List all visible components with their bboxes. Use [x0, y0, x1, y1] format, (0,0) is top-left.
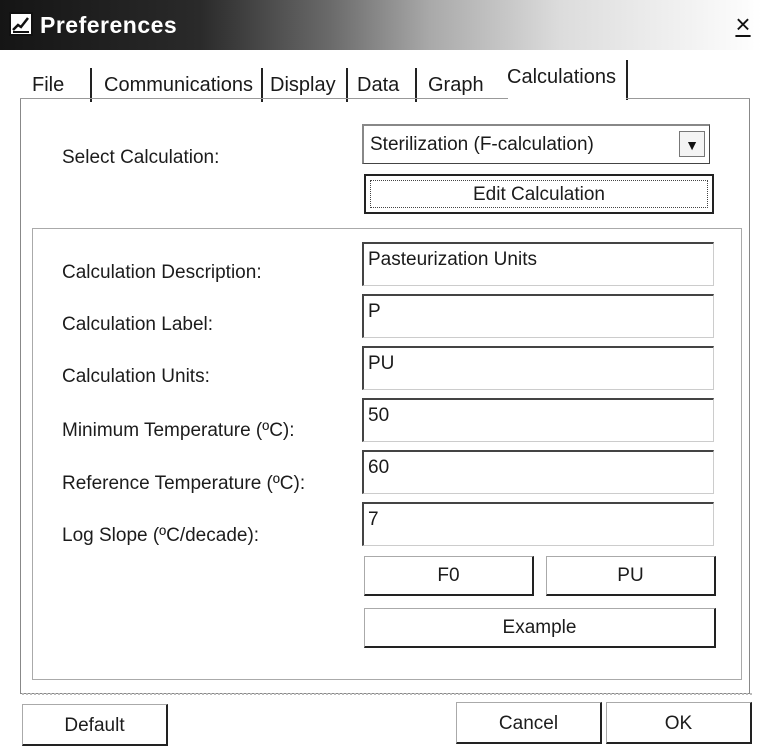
preferences-app-icon: [9, 12, 33, 36]
reference-temperature-field[interactable]: 60: [362, 450, 714, 494]
select-calculation-label: Select Calculation:: [62, 147, 220, 168]
example-button[interactable]: Example: [364, 608, 716, 648]
tab-separator: [626, 60, 628, 100]
tab-separator: [415, 68, 417, 102]
log-slope-value: 7: [368, 509, 379, 530]
calculation-select-value: Sterilization (F-calculation): [370, 134, 594, 155]
pu-button[interactable]: PU: [546, 556, 716, 596]
calculation-units-value: PU: [368, 353, 395, 374]
minimum-temperature-field[interactable]: 50: [362, 398, 714, 442]
calculation-select[interactable]: Sterilization (F-calculation) ▼: [362, 124, 710, 164]
calculation-description-value: Pasteurization Units: [368, 249, 537, 270]
ok-button[interactable]: OK: [606, 702, 752, 744]
tab-separator: [346, 68, 348, 102]
reference-temperature-value: 60: [368, 457, 390, 478]
cancel-button[interactable]: Cancel: [456, 702, 602, 744]
tab-calculations[interactable]: Calculations: [507, 58, 616, 98]
panel-top-edge: [626, 98, 750, 99]
panel-top-edge: [20, 98, 508, 99]
reference-temperature-label: Reference Temperature (ºC):: [62, 473, 306, 494]
calculation-units-label: Calculation Units:: [62, 366, 210, 387]
edit-calculation-button[interactable]: Edit Calculation: [364, 174, 714, 214]
panel-shadow: [22, 690, 752, 695]
tab-separator: [261, 68, 263, 102]
calculation-description-field[interactable]: Pasteurization Units: [362, 242, 714, 286]
close-icon[interactable]: ×: [728, 10, 758, 40]
window-title: Preferences: [40, 12, 178, 38]
f0-button[interactable]: F0: [364, 556, 534, 596]
log-slope-field[interactable]: 7: [362, 502, 714, 546]
minimum-temperature-value: 50: [368, 405, 390, 426]
chevron-down-icon[interactable]: ▼: [679, 131, 705, 157]
minimum-temperature-label: Minimum Temperature (ºC):: [62, 420, 295, 441]
calculation-description-label: Calculation Description:: [62, 262, 262, 283]
tab-separator: [90, 68, 92, 102]
calculation-units-field[interactable]: PU: [362, 346, 714, 390]
edit-calculation-label: Edit Calculation: [472, 184, 606, 205]
calculation-label-label: Calculation Label:: [62, 314, 214, 335]
log-slope-label: Log Slope (ºC/decade):: [62, 525, 260, 546]
default-button[interactable]: Default: [22, 704, 168, 746]
calculation-label-field[interactable]: P: [362, 294, 714, 338]
calculation-label-value: P: [368, 301, 381, 322]
